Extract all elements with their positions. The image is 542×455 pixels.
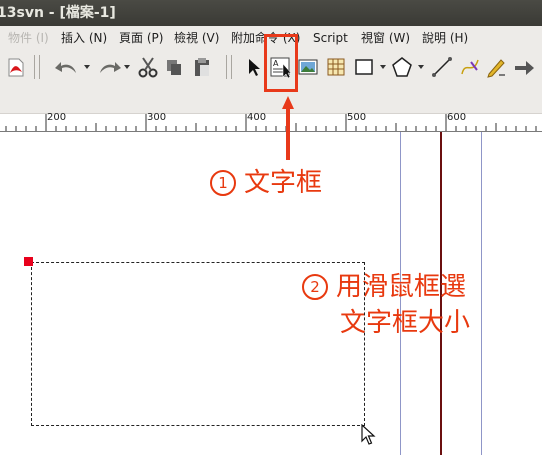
ruler-label: 600 <box>447 112 467 123</box>
paste-icon[interactable] <box>190 55 214 79</box>
document-canvas[interactable]: 1 文字框 2 用滑鼠框選 文字框大小 <box>0 132 542 455</box>
rotate-icon[interactable] <box>512 55 536 79</box>
ruler-label: 400 <box>247 112 267 123</box>
copy-icon[interactable] <box>162 55 186 79</box>
rectangle-icon[interactable] <box>352 55 376 79</box>
selection-handle[interactable] <box>24 257 33 266</box>
select-arrow-icon[interactable] <box>242 55 266 79</box>
tool-highlight-box <box>264 34 298 92</box>
pdf-export-icon[interactable] <box>4 55 28 79</box>
guide-line[interactable] <box>481 132 482 455</box>
redo-icon[interactable] <box>94 55 124 79</box>
undo-icon[interactable] <box>52 55 82 79</box>
polygon-dropdown-icon[interactable] <box>418 65 424 69</box>
freehand-icon[interactable] <box>484 55 508 79</box>
undo-dropdown-icon[interactable] <box>84 65 90 69</box>
horizontal-ruler: 200 300 400 500 600 <box>0 112 542 132</box>
cut-icon[interactable] <box>136 55 160 79</box>
ruler-label: 200 <box>47 112 67 123</box>
window-title: 13svn - [檔案-1] <box>0 5 116 21</box>
bezier-icon[interactable] <box>458 55 482 79</box>
rectangle-dropdown-icon[interactable] <box>380 65 386 69</box>
mouse-cursor-icon <box>361 424 376 445</box>
menu-item-object[interactable]: 物件 (I) <box>8 26 49 51</box>
toolbar-grip[interactable] <box>226 55 232 79</box>
pointer-arrow-icon <box>282 96 294 160</box>
redo-dropdown-icon[interactable] <box>124 65 130 69</box>
window-title-bar: 13svn - [檔案-1] <box>0 0 542 26</box>
annotation-text: 文字框 <box>244 168 323 198</box>
ruler-label: 300 <box>147 112 167 123</box>
line-icon[interactable] <box>430 55 454 79</box>
annotation-step-1: 1 文字框 <box>210 168 322 198</box>
menu-item-script[interactable]: Script <box>313 26 348 51</box>
menu-item-page[interactable]: 頁面 (P) <box>119 26 163 51</box>
ruler-label: 500 <box>347 112 367 123</box>
polygon-icon[interactable] <box>390 55 414 79</box>
text-frame-selection-box[interactable] <box>31 262 365 426</box>
image-frame-icon[interactable] <box>296 55 320 79</box>
menu-item-windows[interactable]: 視窗 (W) <box>361 26 410 51</box>
step-number-badge: 1 <box>210 170 236 196</box>
toolbar-grip[interactable] <box>34 55 40 79</box>
table-icon[interactable] <box>324 55 348 79</box>
menu-item-view[interactable]: 檢視 (V) <box>174 26 219 51</box>
menu-item-insert[interactable]: 插入 (N) <box>61 26 107 51</box>
menu-item-help[interactable]: 說明 (H) <box>422 26 468 51</box>
